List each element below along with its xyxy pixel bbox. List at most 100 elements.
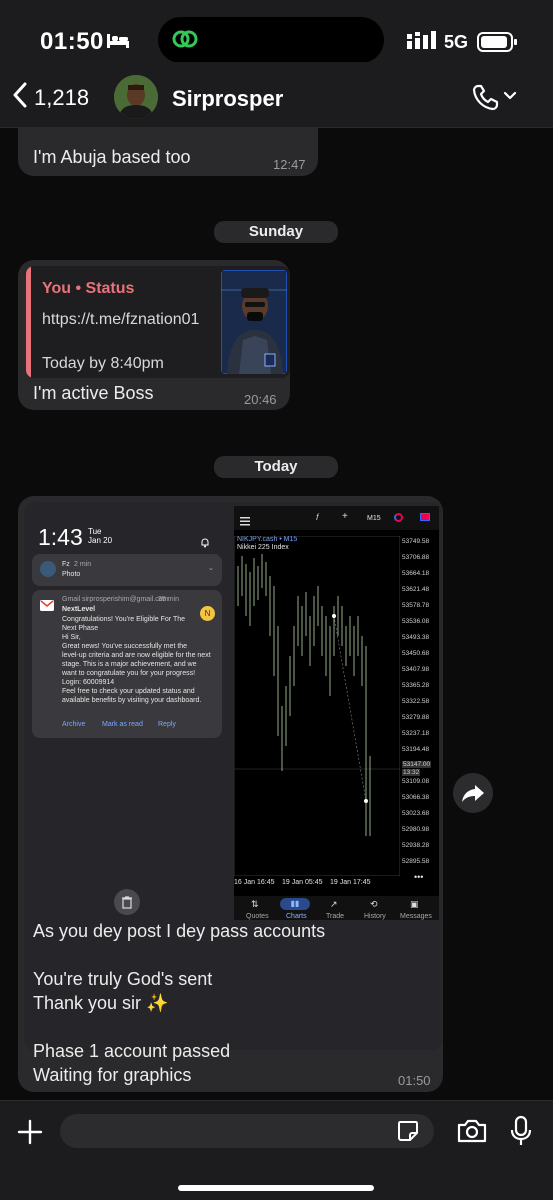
price-label: 53621.48 (402, 586, 430, 593)
message-line: As you dey post I dey pass accounts (33, 921, 326, 941)
tab-label: Messages (400, 913, 432, 920)
time-axis-label: 19 Jan 17:45 (330, 879, 371, 886)
candlestick-chart (234, 536, 400, 876)
tab-label: History (364, 913, 386, 920)
reply-title: You • Status (42, 280, 135, 297)
chart-toolbar: 𝑓 + M15 (234, 506, 439, 530)
reply-link: https://t.me/fznation01 (42, 311, 200, 328)
sticker-button[interactable] (396, 1119, 420, 1148)
clock-icon (394, 513, 403, 522)
menu-icon (240, 513, 250, 531)
notif-line: Great news! You've successfully met the (62, 643, 188, 650)
status-reply-card[interactable]: You • Status https://t.me/fznation01 Tod… (26, 266, 290, 378)
message-line: Waiting for graphics (33, 1065, 192, 1085)
message-input[interactable] (60, 1114, 434, 1148)
price-label: 53450.68 (402, 650, 430, 657)
chat-header: 1,218 Sirprosper (0, 62, 553, 128)
battery-icon (477, 32, 519, 57)
price-label: 53493.38 (402, 634, 430, 641)
forward-icon (462, 785, 484, 802)
tab-quotes-icon: ⇅ (251, 899, 259, 909)
message-line: You're truly God's sent (33, 969, 213, 989)
chat-area[interactable]: I'm Abuja based too 12:47 Sunday You • S… (0, 128, 553, 1100)
lock-day: Tue (88, 527, 102, 536)
notif-sender: NextLevel (62, 606, 96, 613)
bell-icon (200, 535, 210, 553)
notif-line: stage. This is a major achievement, and … (62, 661, 197, 668)
back-button[interactable]: 1,218 (12, 82, 89, 113)
tab-trade-icon: ↗ (330, 899, 338, 909)
status-thumbnail (221, 270, 287, 374)
chevron-down-icon: ⌄ (208, 565, 214, 572)
cellular-signal-icon (407, 31, 437, 54)
price-label: 52980.98 (402, 826, 430, 833)
message-text: I'm Abuja based too (33, 147, 191, 167)
price-label: 53109.08 (402, 778, 430, 785)
price-label: 53536.08 (402, 618, 430, 625)
price-label: 53023.68 (402, 810, 430, 817)
indicators-icon: 𝑓 (316, 512, 319, 522)
message-line: Thank you sir ✨ (33, 993, 169, 1013)
message-time: 01:50 (398, 1073, 431, 1088)
camera-button[interactable] (456, 1117, 488, 1150)
link-icon (170, 26, 200, 57)
gmail-icon (40, 598, 54, 616)
price-label: 52895.58 (402, 858, 430, 865)
price-label: 53664.18 (402, 570, 430, 577)
notif-line: Feel free to check your updated status a… (62, 688, 195, 695)
message-input-bar (0, 1100, 553, 1200)
reply-action: Reply (158, 721, 176, 728)
tab-messages-icon: ▣ (410, 899, 419, 909)
status-time: 01:50 (40, 28, 104, 55)
current-price-label: 53147.00 (402, 761, 432, 768)
price-label: 53066.38 (402, 794, 430, 801)
microphone-icon (510, 1115, 532, 1145)
price-label: 52938.28 (402, 842, 430, 849)
unread-count: 1,218 (34, 84, 90, 110)
lock-screen-date: Tue Jan 20 (88, 527, 112, 545)
mark-read-action: Mark as read (102, 721, 143, 728)
price-label: 53194.48 (402, 746, 430, 753)
notif-app: Fz (62, 561, 70, 568)
attach-button[interactable] (16, 1118, 44, 1151)
network-type: 5G (444, 32, 469, 52)
crosshair-icon: + (342, 511, 348, 522)
message-line: Phase 1 account passed (33, 1041, 231, 1061)
sender-avatar: N (200, 606, 215, 621)
message-text: I'm active Boss (33, 383, 154, 403)
price-label: 53706.88 (402, 554, 430, 561)
trash-icon (114, 889, 140, 915)
forward-button[interactable] (453, 773, 493, 813)
home-indicator (178, 1185, 374, 1191)
camera-icon (457, 1119, 487, 1143)
trading-chart-screenshot: 𝑓 + M15 NIKJPY.cash • M15 Nikkei 225 Ind… (234, 506, 439, 920)
more-icon: ••• (414, 872, 424, 882)
trade-icon (420, 513, 430, 521)
status-bar: 01:50 5G (0, 0, 553, 63)
contact-avatar[interactable] (114, 75, 158, 119)
notif-age: 2 min (74, 561, 92, 568)
notif-line: want to congratulate you for your progre… (62, 670, 196, 677)
chevron-left-icon (12, 82, 28, 113)
price-label: 53407.98 (402, 666, 430, 673)
price-label: 53365.28 (402, 682, 430, 689)
microphone-button[interactable] (510, 1115, 532, 1152)
lock-screen-time: 1:43 (38, 524, 83, 550)
tab-charts-icon: ▮▮ (280, 898, 310, 910)
plus-icon (17, 1119, 43, 1145)
call-button[interactable] (472, 83, 520, 116)
notification-gmail: Gmail sirprosperishim@gmail.com 35 min N… (32, 590, 222, 738)
price-label: 53749.58 (402, 538, 430, 545)
reply-timestamp: Today by 8:40pm (42, 355, 164, 372)
fz-avatar (40, 561, 56, 577)
contact-name[interactable]: Sirprosper (172, 86, 283, 112)
archive-action: Archive (62, 721, 86, 728)
lock-date-text: Jan 20 (88, 536, 113, 545)
price-label: 53237.18 (402, 730, 430, 737)
notif-app: Gmail (62, 596, 81, 603)
price-label: 53279.88 (402, 714, 430, 721)
message-time: 20:46 (244, 392, 277, 407)
sleep-focus-icon (106, 33, 130, 54)
notif-account: sirprosperishim@gmail.com (82, 596, 169, 603)
message-bubble-incoming[interactable]: I'm Abuja based too 12:47 (18, 128, 318, 176)
